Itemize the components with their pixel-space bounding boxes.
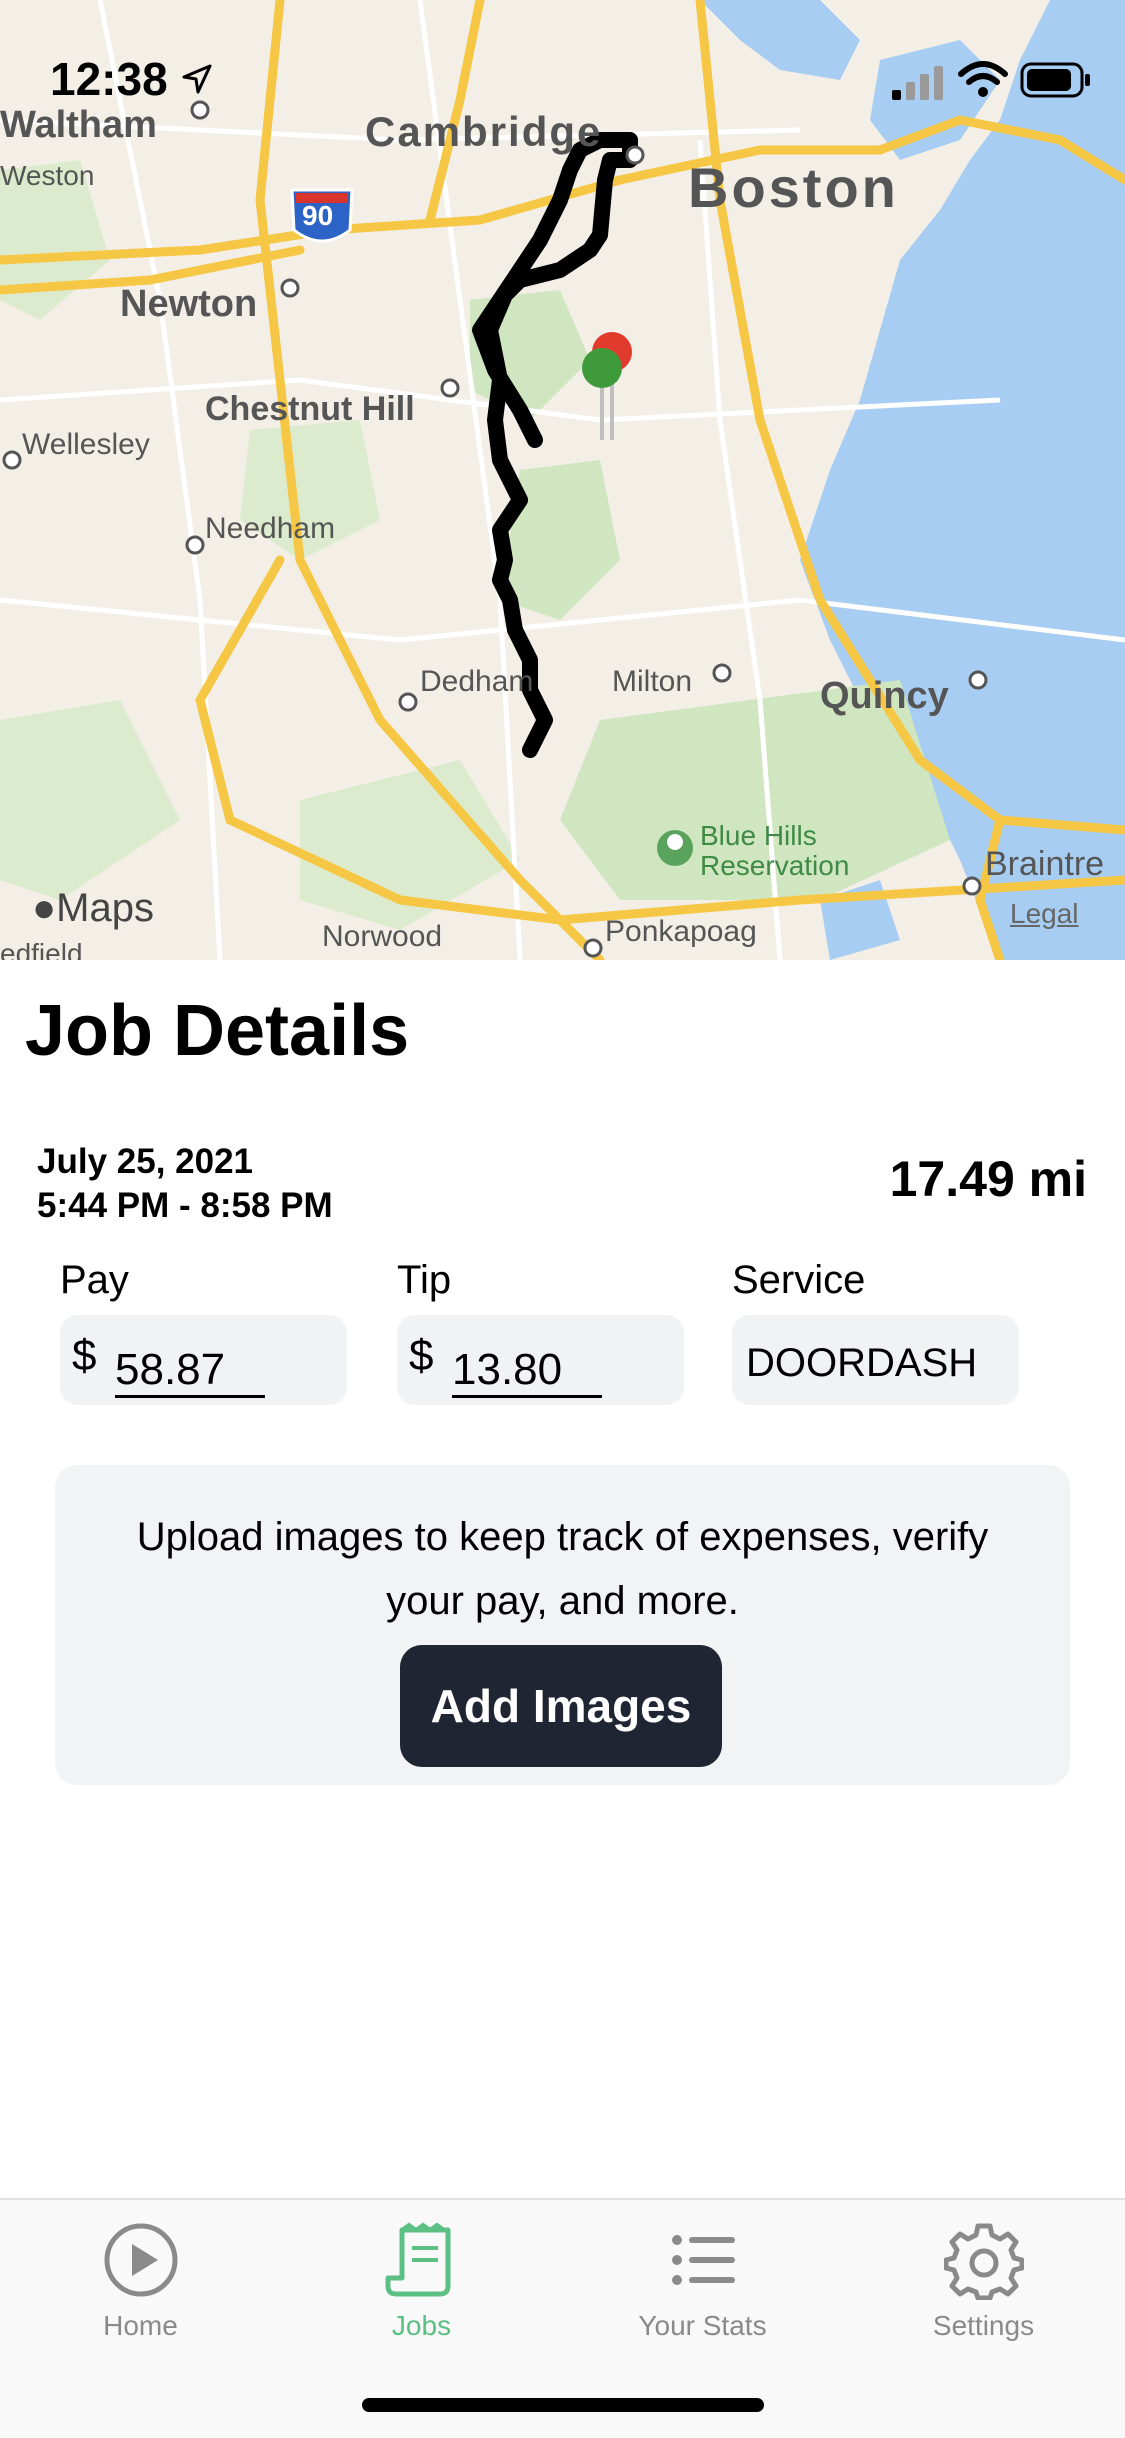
gear-icon <box>943 2223 1024 2300</box>
map-label-reservation: Reservation <box>700 850 850 881</box>
map-label-milton: Milton <box>612 665 693 698</box>
tab-your-stats[interactable]: Your Stats <box>562 2220 843 2370</box>
wifi-icon <box>958 61 1008 97</box>
map-label-newton: Newton <box>120 283 258 325</box>
map-label-braintree: Braintre <box>985 845 1105 883</box>
signal-icon <box>892 66 943 100</box>
job-time-range: 5:44 PM - 8:58 PM <box>37 1186 333 1225</box>
map-label-norwood: Norwood <box>322 920 443 953</box>
job-date-block: July 25, 2021 5:44 PM - 8:58 PM <box>37 1140 333 1228</box>
location-arrow-icon <box>182 64 212 94</box>
tip-value[interactable]: 13.80 <box>452 1345 603 1398</box>
pay-currency: $ <box>72 1331 97 1380</box>
map-label-blue-hills: Blue Hills <box>700 820 817 851</box>
tab-home[interactable]: Home <box>0 2220 281 2370</box>
play-circle-icon <box>104 2223 177 2297</box>
pay-value[interactable]: 58.87 <box>115 1345 266 1398</box>
tip-currency: $ <box>409 1331 434 1380</box>
tab-settings[interactable]: Settings <box>843 2220 1124 2370</box>
apple-icon: ● <box>32 886 57 930</box>
pay-label: Pay <box>60 1258 129 1302</box>
pay-field[interactable]: $ 58.87 <box>60 1315 347 1405</box>
tab-settings-label: Settings <box>932 2310 1035 2341</box>
start-pin <box>582 348 622 388</box>
tab-jobs[interactable]: Jobs <box>281 2220 562 2370</box>
map-label-medfield: edfield <box>0 938 83 960</box>
map-label-chestnut-hill: Chestnut Hill <box>205 390 415 428</box>
job-distance: 17.49 mi <box>889 1151 1087 1207</box>
tab-home-label: Home <box>103 2310 178 2341</box>
home-indicator[interactable] <box>362 2398 764 2412</box>
map-label-wellesley: Wellesley <box>22 428 150 461</box>
battery-icon <box>1020 62 1090 98</box>
tip-label: Tip <box>397 1258 452 1302</box>
upload-description: Upload images to keep track of expenses,… <box>136 1515 989 1623</box>
job-date: July 25, 2021 <box>37 1142 253 1181</box>
list-icon <box>671 2235 735 2285</box>
map-label-weston: Weston <box>0 160 95 191</box>
map-label-needham: Needham <box>205 512 336 545</box>
page-title: Job Details <box>25 991 410 1071</box>
upload-images-card: Upload images to keep track of expenses,… <box>55 1465 1070 1785</box>
service-value[interactable]: DOORDASH <box>746 1341 977 1386</box>
tab-your-stats-label: Your Stats <box>638 2310 767 2341</box>
status-time: 12:38 <box>50 53 168 105</box>
service-label: Service <box>732 1258 866 1302</box>
map-label-dedham: Dedham <box>420 665 534 698</box>
map-label-boston: Boston <box>688 156 899 219</box>
add-images-button[interactable]: Add Images <box>400 1645 722 1767</box>
maps-logo: ●Maps <box>32 886 154 930</box>
interstate-90-label: 90 <box>302 200 334 231</box>
tip-field[interactable]: $ 13.80 <box>397 1315 684 1405</box>
receipt-icon <box>385 2222 450 2297</box>
legal-link[interactable]: Legal <box>1010 898 1079 930</box>
status-bar: 12:38 <box>0 0 1125 150</box>
service-field[interactable]: DOORDASH <box>732 1315 1019 1405</box>
map-label-ponkapoag: Ponkapoag <box>605 915 757 948</box>
tab-jobs-label: Jobs <box>391 2310 452 2341</box>
map-label-quincy: Quincy <box>820 675 949 717</box>
